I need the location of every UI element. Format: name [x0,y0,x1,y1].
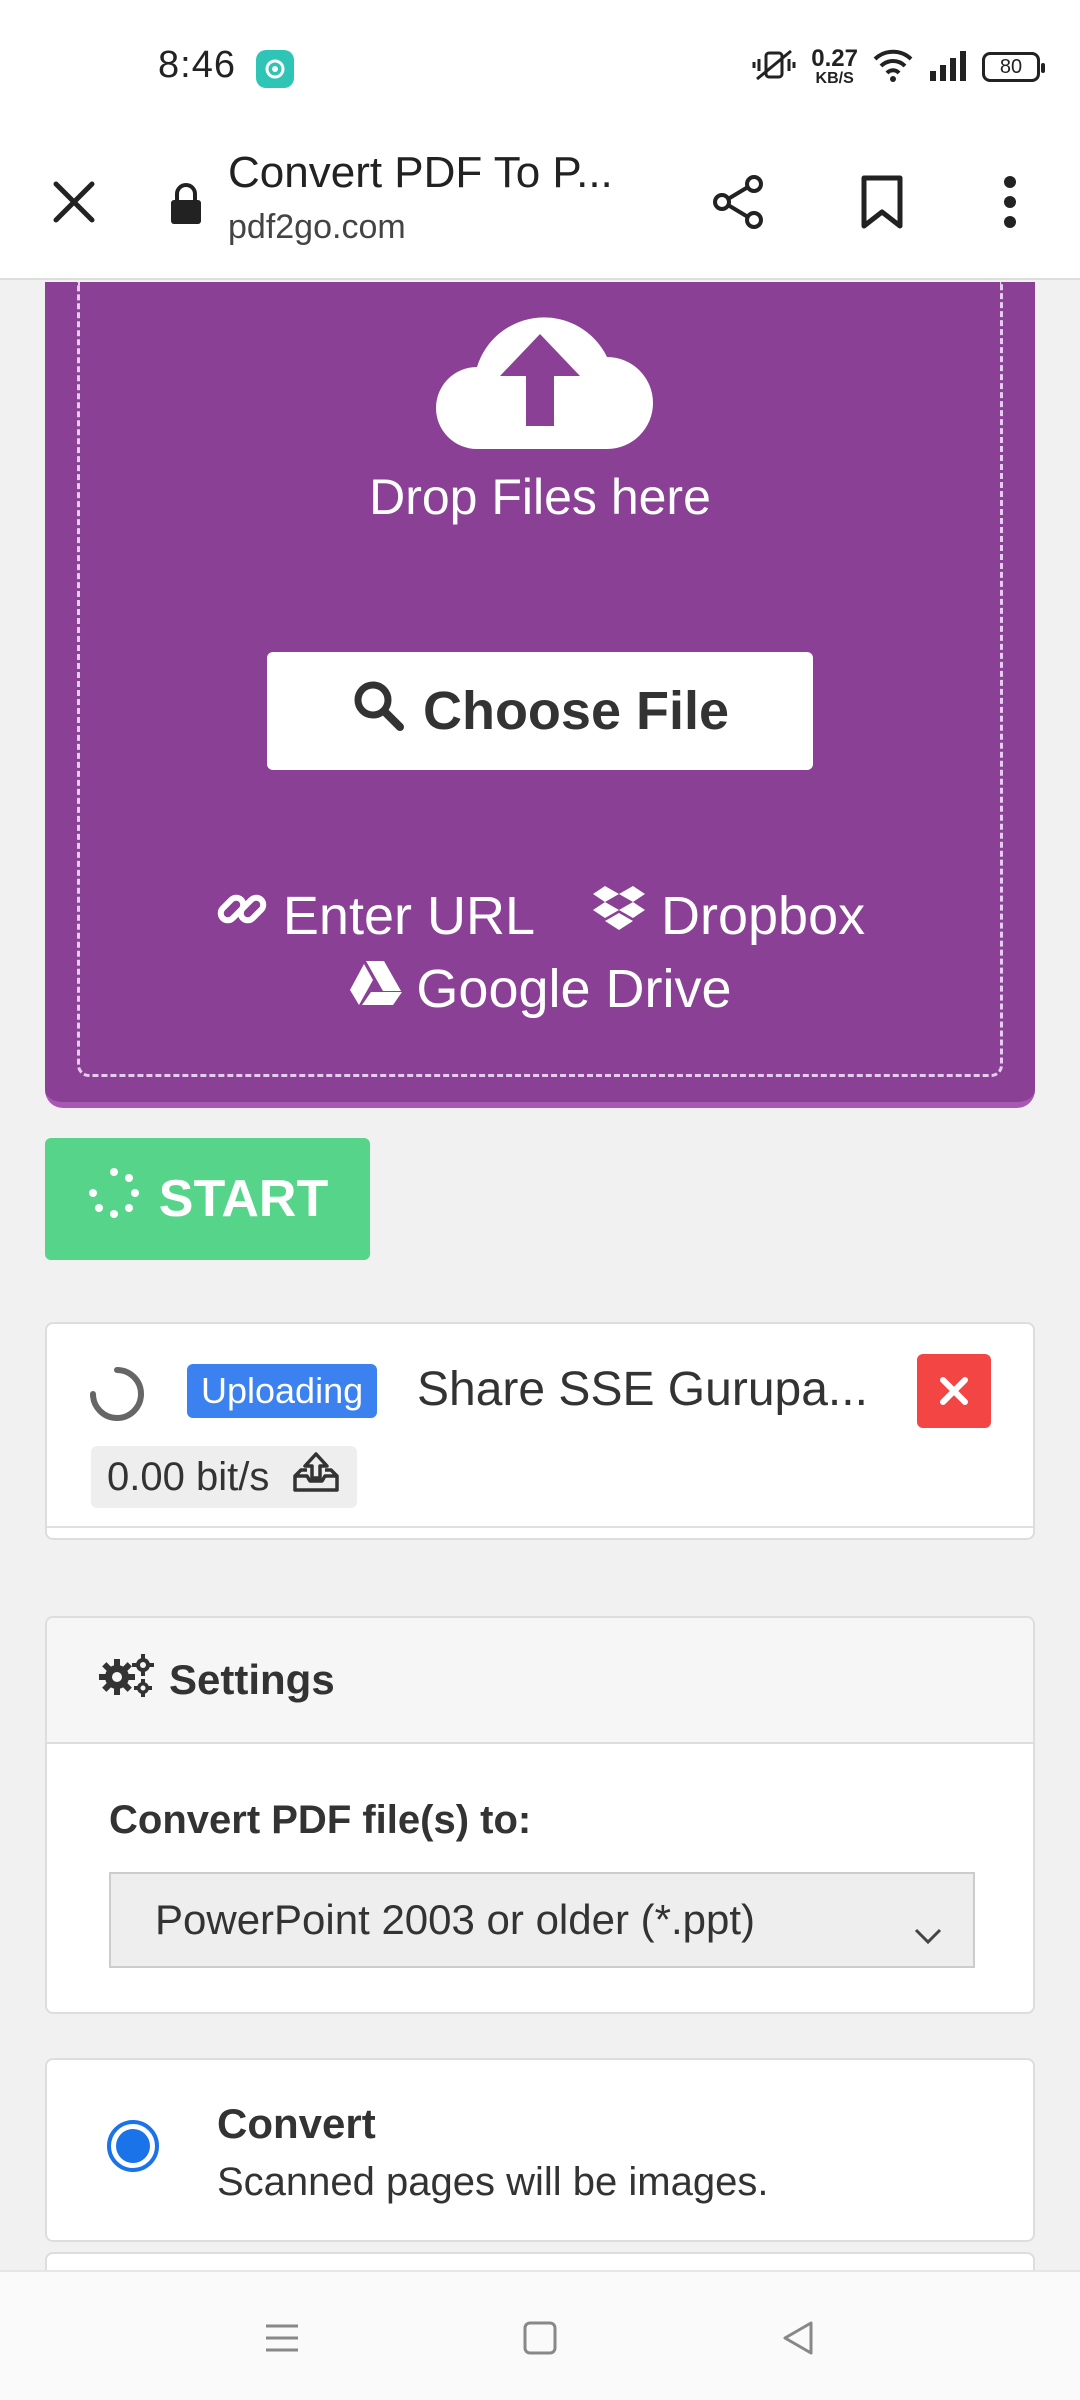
link-icon [215,882,269,949]
option-title: Convert [217,2100,376,2147]
app-notification-icon [256,50,294,88]
home-icon[interactable] [510,2308,570,2368]
battery-indicator: 80 [982,52,1045,82]
dropbox-icon [591,884,647,947]
loading-dots-icon [87,1166,141,1233]
status-time: 8:46 [158,44,236,86]
upload-speed: 0.00 bit/s [91,1446,358,1508]
spinner-icon [89,1366,145,1422]
page-title[interactable]: Convert PDF To P... [228,148,613,198]
enter-url-link[interactable]: Enter URL [215,882,535,949]
settings-title: Settings [169,1656,335,1703]
status-badge: Uploading [187,1364,378,1418]
convert-option[interactable]: Convert Scanned pages will be images. [45,2058,1035,2242]
google-drive-label: Google Drive [416,959,732,1019]
convert-radio[interactable] [107,2120,159,2172]
system-nav-bar [0,2270,1080,2400]
upload-speed-value: 0.00 bit/s [107,1454,270,1499]
share-icon[interactable] [704,168,772,236]
network-speed: 0.27 KB/S [811,45,858,87]
dropbox-link[interactable]: Dropbox [591,882,865,949]
back-icon[interactable] [768,2308,828,2368]
page-url[interactable]: pdf2go.com [228,208,406,247]
google-drive-link[interactable]: Google Drive [348,958,732,1020]
next-option-card [45,2252,1035,2272]
drop-files-text: Drop Files here [369,469,711,525]
start-button[interactable]: START [45,1138,370,1260]
choose-file-label: Choose File [422,681,730,741]
dropbox-label: Dropbox [661,885,866,946]
format-select-value: PowerPoint 2003 or older (*.ppt) [155,1896,755,1943]
google-drive-icon [348,958,403,1020]
recent-apps-icon[interactable] [252,2308,312,2368]
cell-signal-icon [928,49,968,86]
settings-panel: Settings Convert PDF file(s) to: PowerPo… [45,1616,1035,2014]
gears-icon [99,1653,155,1707]
more-menu-icon[interactable] [976,168,1044,236]
chevron-down-icon [913,1908,943,1956]
file-name: Share SSE Gurupa... [417,1363,868,1416]
bookmark-icon[interactable] [848,168,916,236]
remove-file-button[interactable] [917,1354,991,1428]
enter-url-label: Enter URL [282,885,535,946]
search-icon [351,678,405,745]
vibrate-mute-icon [751,47,797,88]
settings-header: Settings [47,1618,1033,1744]
upload-dropzone[interactable]: Drop Files here Choose File Enter URL Dr… [45,282,1035,1108]
convert-to-label: Convert PDF file(s) to: [109,1798,532,1842]
format-select[interactable]: PowerPoint 2003 or older (*.ppt) [109,1872,975,1968]
choose-file-button[interactable]: Choose File [267,652,813,770]
wifi-icon [872,48,914,87]
option-description: Scanned pages will be images. [217,2160,769,2204]
upload-tray-icon [291,1450,341,1504]
browser-toolbar: Convert PDF To P... pdf2go.com [0,130,1080,280]
lock-icon[interactable] [166,174,206,234]
close-icon [940,1377,968,1405]
upload-file-item: Uploading Share SSE Gurupa... 0.00 bit/s [45,1322,1035,1540]
start-label: START [158,1170,329,1228]
item-divider [47,1526,1033,1528]
close-icon[interactable] [44,172,104,232]
cloud-upload-icon [427,294,653,454]
status-bar: 8:46 0.27 KB/S 80 [0,0,1080,130]
